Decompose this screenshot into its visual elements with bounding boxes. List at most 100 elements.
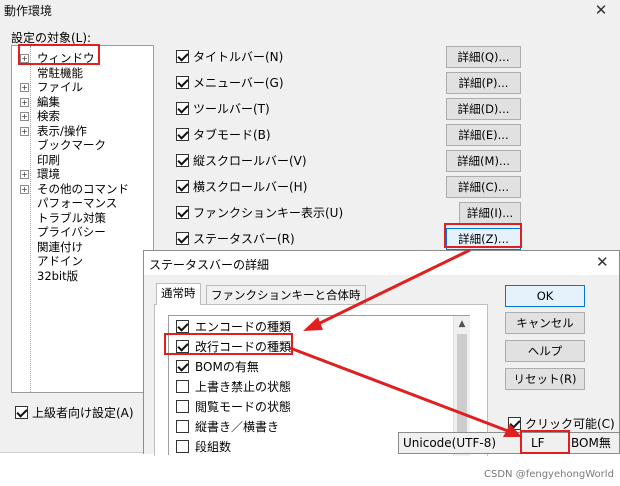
statusbar-list-item[interactable]: 段組数 [176,438,231,456]
option-row[interactable]: メニューバー(G) [176,75,284,91]
option-checkbox[interactable] [176,232,189,245]
option-checkbox[interactable] [176,76,189,89]
statusbar-detail-dialog: ステータスバーの詳細 ✕ 通常時 ファンクションキーと合体時 エンコードの種類改… [143,250,620,456]
option-checkbox[interactable] [176,102,189,115]
tree-item-label: 関連付け [37,239,83,254]
option-checkbox[interactable] [176,154,189,167]
detail-button[interactable]: 詳細(I)... [459,202,521,224]
tree-expand-icon[interactable]: + [20,54,29,63]
ok-button[interactable]: OK [505,285,585,307]
tree-item-label: アドイン [37,254,83,268]
list-item-label: エンコードの種類 [195,320,292,334]
option-row[interactable]: 縦スクロールバー(V) [176,153,307,169]
preview-newline: LF [531,436,545,450]
tree-item-label: ファイル [37,80,83,94]
window-title: 動作環境 [4,4,53,18]
list-item-label: 縦書き／横書き [195,420,280,434]
detail-button[interactable]: 詳細(Z)... [446,228,521,250]
option-label: 横スクロールバー(H) [193,180,308,194]
tree-item-label: ブックマーク [37,138,106,152]
dialog-title: ステータスバーの詳細 [149,258,270,272]
advanced-settings-label: 上級者向け設定(A) [32,406,134,420]
scroll-up-icon[interactable]: ▲ [454,316,470,332]
option-checkbox[interactable] [176,180,189,193]
tree-expand-icon[interactable]: + [20,184,29,194]
tree-expand-icon[interactable]: + [20,112,29,121]
cancel-button[interactable]: キャンセル [505,312,585,334]
help-button[interactable]: ヘルプ [505,340,585,362]
list-item-label: 上書き禁止の状態 [195,380,292,394]
tree-guide-line [30,46,31,392]
clickable-checkbox[interactable]: クリック可能(C) [508,416,615,432]
preview-bom: BOM無 [571,436,611,450]
tree-item-label: プライバシー [37,225,106,239]
advanced-settings-checkbox[interactable]: 上級者向け設定(A) [15,405,134,421]
option-label: ファンクションキー表示(U) [193,206,344,220]
tab-normal[interactable]: 通常時 [156,283,201,305]
statusbar-list-item[interactable]: 縦書き／横書き [176,418,279,436]
option-row[interactable]: ファンクションキー表示(U) [176,205,343,221]
option-checkbox[interactable] [176,206,189,219]
tree-expand-icon[interactable]: + [20,126,29,136]
statusbar-list-item[interactable]: 閲覧モードの状態 [176,398,291,416]
tree-item-label: トラブル対策 [37,210,106,225]
option-label: 縦スクロールバー(V) [193,154,307,168]
advanced-checkbox-box[interactable] [15,406,28,419]
dialog-titlebar: ステータスバーの詳細 ✕ [144,251,619,275]
option-label: タイトルバー(N) [193,50,284,64]
list-item-checkbox[interactable] [176,400,189,413]
statusbar-list-item[interactable]: エンコードの種類 [176,318,291,336]
tree-expand-icon[interactable]: + [20,97,29,107]
tree-item-label: 32bit版 [37,268,79,283]
tree-expand-icon[interactable]: + [20,83,29,92]
list-item-checkbox[interactable] [176,340,189,353]
tree-item-label: その他のコマンド [37,181,129,196]
list-item-label: 改行コードの種類 [195,340,292,354]
option-row[interactable]: ステータスバー(R) [176,231,295,247]
clickable-label: クリック可能(C) [525,417,615,431]
preview-encoding: Unicode(UTF-8) [403,436,497,450]
option-checkbox[interactable] [176,128,189,141]
list-item-checkbox[interactable] [176,440,189,453]
tree-item-label: パフォーマンス [37,196,118,210]
clickable-checkbox-box[interactable] [508,417,521,430]
detail-button[interactable]: 詳細(M)... [446,150,521,172]
tab-function-key-combined[interactable]: ファンクションキーと合体時 [206,285,366,305]
option-row[interactable]: 横スクロールバー(H) [176,179,307,195]
list-item-label: BOMの有無 [195,360,259,374]
settings-tree[interactable]: + ウィンドウ 常駐機能 + ファイル + 編集 + 検索 + 表示/操作 ブックマーク 印刷 + 環境 + そ… [11,45,154,393]
option-label: タブモード(B) [193,128,271,142]
statusbar-list-item[interactable]: 上書き禁止の状態 [176,378,291,396]
option-label: ステータスバー(R) [193,232,295,246]
option-row[interactable]: タブモード(B) [176,127,271,143]
detail-button[interactable]: 詳細(Q)... [446,46,521,68]
tree-item-label: 印刷 [37,152,60,167]
option-row[interactable]: ツールバー(T) [176,101,270,117]
reset-button[interactable]: リセット(R) [505,368,585,390]
option-label: メニューバー(G) [193,76,284,90]
tree-item-label: 環境 [37,167,60,181]
watermark: CSDN @fengyehongWorld [484,469,614,480]
detail-button[interactable]: 詳細(C)... [446,176,521,198]
option-checkbox[interactable] [176,50,189,63]
detail-button[interactable]: 詳細(D)... [446,98,521,120]
option-row[interactable]: タイトルバー(N) [176,49,283,65]
list-item-checkbox[interactable] [176,420,189,433]
window-close-icon[interactable]: ✕ [590,0,612,20]
tree-item-label: 編集 [37,94,60,109]
statusbar-list-item[interactable]: BOMの有無 [176,358,259,376]
list-item-checkbox[interactable] [176,380,189,393]
tree-item-label: 表示/操作 [37,123,87,138]
tree-expand-icon[interactable]: + [20,170,29,179]
statusbar-preview: Unicode(UTF-8) LF BOM無 [398,432,620,454]
list-item-label: 段組数 [195,440,232,454]
statusbar-list-item[interactable]: 改行コードの種類 [176,338,291,356]
dialog-close-icon[interactable]: ✕ [596,253,609,271]
list-item-checkbox[interactable] [176,360,189,373]
tree-label: 設定の対象(L): [11,31,92,45]
list-item-checkbox[interactable] [176,320,189,333]
detail-button[interactable]: 詳細(E)... [446,124,521,146]
tree-item-label: 常駐機能 [37,65,83,80]
detail-button[interactable]: 詳細(P)... [446,72,521,94]
tree-item-label: 検索 [37,109,60,123]
